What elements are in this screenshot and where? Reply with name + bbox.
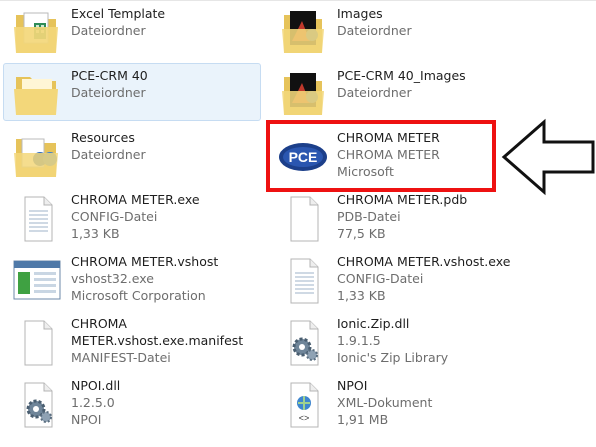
item-version: 1.2.5.0 [71,395,115,410]
svg-text:<>: <> [299,414,310,424]
item-type: XML-Dokument [337,395,433,410]
item-name: CHROMA [71,316,127,331]
item-name: Resources [71,130,135,145]
file-npoi-dll[interactable]: NPOI.dll 1.2.5.0 NPOI [3,373,261,431]
item-description: NPOI [71,412,102,427]
item-type: CONFIG-Datei [71,209,158,224]
item-version: 1.9.1.5 [337,333,381,348]
folder-icon [10,69,64,119]
file-list: Excel Template Dateiordner Images Dateio… [0,0,596,447]
document-icon [276,255,330,305]
item-name: NPOI [337,378,368,393]
item-type: Dateiordner [337,85,412,100]
item-type: Dateiordner [337,23,412,38]
folder-pce-crm-40-images[interactable]: PCE-CRM 40_Images Dateiordner [269,63,527,121]
folder-images-icon [276,7,330,57]
dll-gears-icon [10,379,64,429]
application-window-icon [10,255,64,305]
file-chroma-meter-exe-config[interactable]: CHROMA METER.exe CONFIG-Datei 1,33 KB [3,187,261,245]
folder-excel-icon [10,7,64,57]
item-size: 1,33 KB [337,288,386,303]
document-icon [10,193,64,243]
item-name-continued: METER.vshost.exe.manifest [71,333,244,348]
item-type: MANIFEST-Datei [71,350,171,365]
item-name: CHROMA METER.pdb [337,192,468,207]
folder-resources[interactable]: Resources Dateiordner [3,125,261,183]
item-name: Images [337,6,383,21]
file-chroma-meter-pdb[interactable]: CHROMA METER.pdb PDB-Datei 77,5 KB [269,187,527,245]
xml-document-icon: <> [276,379,330,429]
item-name: Ionic.Zip.dll [337,316,410,331]
folder-images[interactable]: Images Dateiordner [269,1,527,59]
item-size: 1,33 KB [71,226,120,241]
item-name: Excel Template [71,6,166,21]
item-type: PDB-Datei [337,209,401,224]
dll-gears-icon [276,317,330,367]
item-type: CONFIG-Datei [337,271,424,286]
item-type: Dateiordner [71,147,146,162]
document-icon [276,193,330,243]
folder-excel-template[interactable]: Excel Template Dateiordner [3,1,261,59]
item-name: CHROMA METER.exe [71,192,200,207]
highlight-box [266,120,496,192]
file-chroma-meter-vshost-exe-config[interactable]: CHROMA METER.vshost.exe CONFIG-Datei 1,3… [269,249,527,307]
file-chroma-meter-manifest[interactable]: CHROMA METER.vshost.exe.manifest MANIFES… [3,311,261,369]
item-name: CHROMA METER.vshost [71,254,219,269]
item-description: Ionic's Zip Library [337,350,449,365]
folder-images-icon [276,69,330,119]
item-type: Dateiordner [71,85,146,100]
item-name: PCE-CRM 40_Images [337,68,466,83]
document-blank-icon [10,317,64,367]
item-name: CHROMA METER.vshost.exe [337,254,511,269]
app-chroma-meter-vshost[interactable]: CHROMA METER.vshost vshost32.exe Microso… [3,249,261,307]
file-ionic-zip-dll[interactable]: Ionic.Zip.dll 1.9.1.5 Ionic's Zip Librar… [269,311,527,369]
folder-resources-icon [10,131,64,181]
item-description: vshost32.exe [71,271,154,286]
item-name: NPOI.dll [71,378,121,393]
file-npoi-xml[interactable]: <> NPOI XML-Dokument 1,91 MB [269,373,527,431]
item-size: 1,91 MB [337,412,389,427]
item-name: PCE-CRM 40 [71,68,148,83]
folder-pce-crm-40[interactable]: PCE-CRM 40 Dateiordner [3,63,261,121]
item-company: Microsoft Corporation [71,288,206,303]
item-type: Dateiordner [71,23,146,38]
item-size: 77,5 KB [337,226,386,241]
pointer-arrow-icon [501,118,595,196]
